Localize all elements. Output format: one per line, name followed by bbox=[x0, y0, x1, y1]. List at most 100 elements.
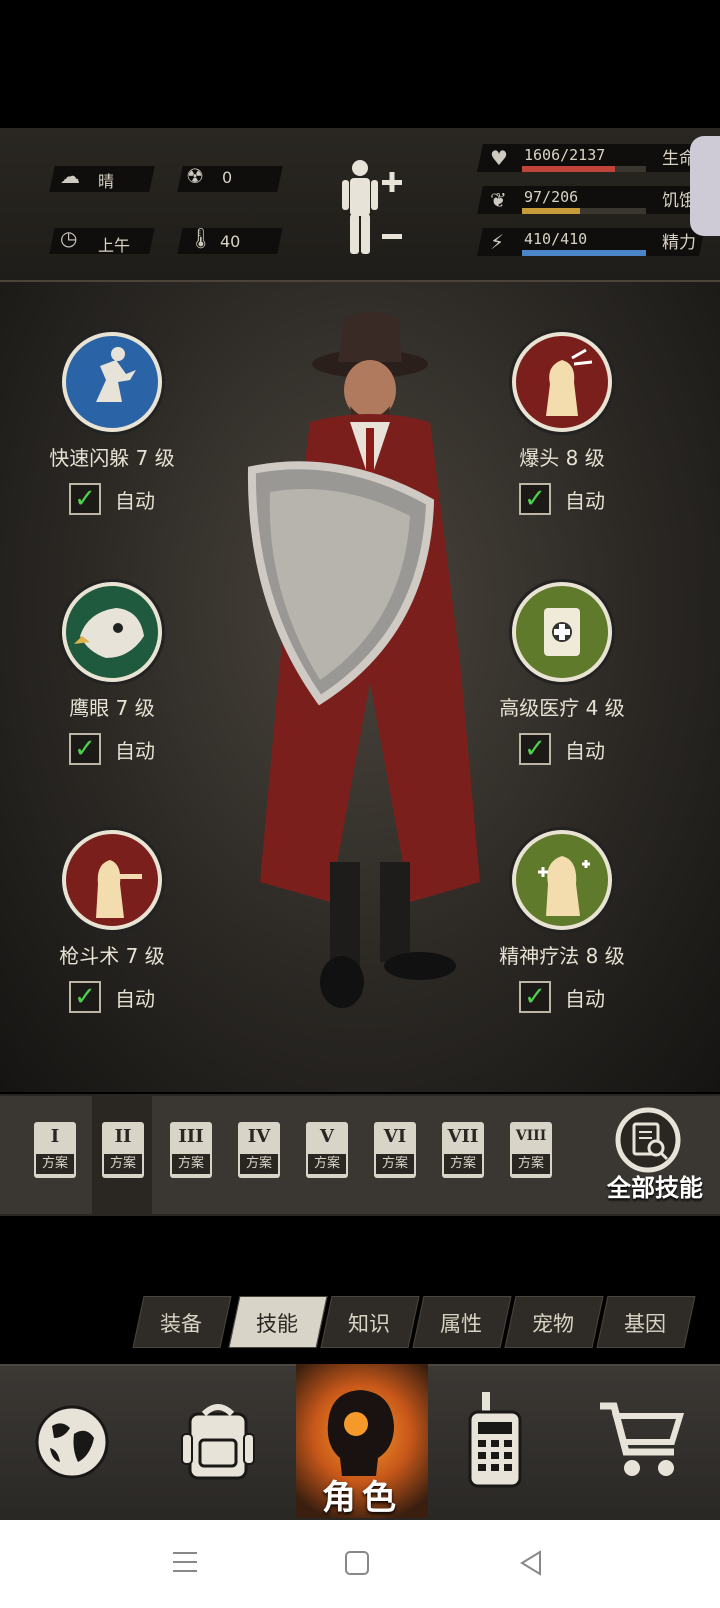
plan-number: I bbox=[50, 1126, 60, 1147]
plan-button-7[interactable]: VII 方案 bbox=[442, 1122, 484, 1178]
side-panel-handle[interactable] bbox=[690, 136, 720, 236]
all-skills-button[interactable]: 全部技能 bbox=[600, 1106, 710, 1202]
plan-button-6[interactable]: VI 方案 bbox=[374, 1122, 416, 1178]
auto-label: 自动 bbox=[115, 738, 155, 763]
plan-button-8[interactable]: VIII 方案 bbox=[510, 1122, 552, 1178]
menu-icon[interactable] bbox=[172, 1550, 198, 1574]
health-value: 1606/2137 bbox=[524, 146, 606, 164]
plan-number: III bbox=[178, 1126, 204, 1147]
hunger-bar-fill bbox=[522, 208, 581, 214]
plan-button-4[interactable]: IV 方案 bbox=[238, 1122, 280, 1178]
checkmark-icon: ✓ bbox=[524, 982, 546, 1012]
auto-checkbox[interactable]: ✓ bbox=[69, 733, 101, 765]
skill-name: 精神疗法 8 级 bbox=[499, 944, 625, 968]
plan-number: II bbox=[114, 1126, 132, 1147]
medical-kit-icon bbox=[512, 582, 612, 682]
radiation-text: 0 bbox=[222, 168, 233, 187]
thermometer-icon: 🌡 bbox=[188, 226, 214, 250]
skill-name: 爆头 8 级 bbox=[519, 446, 605, 470]
plan-label: 方案 bbox=[376, 1154, 414, 1174]
plan-label: 方案 bbox=[308, 1154, 346, 1174]
back-icon[interactable] bbox=[518, 1550, 544, 1576]
plan-label: 方案 bbox=[172, 1154, 210, 1174]
plan-button-5[interactable]: V 方案 bbox=[306, 1122, 348, 1178]
auto-checkbox[interactable]: ✓ bbox=[69, 981, 101, 1013]
dodge-icon bbox=[62, 332, 162, 432]
time-text: 上午 bbox=[98, 236, 131, 255]
skill-name: 鹰眼 7 级 bbox=[69, 696, 155, 720]
energy-bar bbox=[522, 250, 646, 256]
auto-label: 自动 bbox=[565, 986, 605, 1011]
temperature-text: 40 bbox=[220, 232, 241, 251]
plan-label: 方案 bbox=[104, 1154, 142, 1174]
checkmark-icon: ✓ bbox=[524, 484, 546, 514]
skill-gunfighter[interactable]: 枪斗术 7 级 ✓ 自动 bbox=[12, 830, 212, 1013]
energy-label: 精力 bbox=[662, 233, 696, 253]
plan-number: VII bbox=[447, 1126, 479, 1147]
system-navigation-bar bbox=[0, 1520, 720, 1608]
auto-label: 自动 bbox=[565, 738, 605, 763]
energy-bar-fill bbox=[522, 250, 646, 256]
nav-backpack[interactable] bbox=[144, 1364, 288, 1518]
tab-equipment-label: 装备 bbox=[160, 1312, 202, 1336]
plan-number: VIII bbox=[515, 1128, 547, 1144]
nav-shop[interactable] bbox=[576, 1364, 720, 1518]
home-icon[interactable] bbox=[344, 1550, 370, 1576]
plan-number: IV bbox=[247, 1126, 271, 1147]
tab-attributes-label: 属性 bbox=[440, 1312, 482, 1336]
checkmark-icon: ✓ bbox=[524, 734, 546, 764]
tab-skills-label: 技能 bbox=[256, 1312, 298, 1336]
character-head-icon bbox=[327, 1390, 394, 1476]
skill-headshot[interactable]: 爆头 8 级 ✓ 自动 bbox=[462, 332, 662, 515]
hunger-value: 97/206 bbox=[524, 188, 579, 206]
plan-label: 方案 bbox=[512, 1154, 550, 1174]
tab-pets-label: 宠物 bbox=[532, 1312, 574, 1336]
auto-checkbox[interactable]: ✓ bbox=[519, 483, 551, 515]
all-skills-label: 全部技能 bbox=[607, 1174, 703, 1202]
plan-button-1[interactable]: I 方案 bbox=[34, 1122, 76, 1178]
plan-label: 方案 bbox=[240, 1154, 278, 1174]
plan-button-3[interactable]: III 方案 bbox=[170, 1122, 212, 1178]
character-scene: 快速闪躲 7 级 ✓ 自动 爆头 8 级 ✓ 自动 鹰眼 7 级 ✓ 自动 高级… bbox=[0, 282, 720, 1092]
hunger-bar bbox=[522, 208, 646, 214]
plan-number: VI bbox=[383, 1126, 407, 1147]
skill-quick-dodge[interactable]: 快速闪躲 7 级 ✓ 自动 bbox=[12, 332, 212, 515]
skill-mental-therapy[interactable]: 精神疗法 8 级 ✓ 自动 bbox=[462, 830, 662, 1013]
nav-world-map[interactable] bbox=[0, 1364, 144, 1518]
cloud-icon: ☁ bbox=[60, 164, 80, 188]
eagle-eye-icon bbox=[62, 582, 162, 682]
brain-icon: ⚡ bbox=[490, 230, 505, 254]
radiation-icon: ☢ bbox=[186, 164, 204, 188]
plan-number: V bbox=[320, 1126, 334, 1147]
auto-label: 自动 bbox=[565, 488, 605, 513]
auto-checkbox[interactable]: ✓ bbox=[519, 981, 551, 1013]
nav-character-label: 角色 bbox=[322, 1478, 402, 1518]
auto-label: 自动 bbox=[115, 488, 155, 513]
skill-advanced-medical[interactable]: 高级医疗 4 级 ✓ 自动 bbox=[462, 582, 662, 765]
tab-genes-label: 基因 bbox=[624, 1312, 666, 1336]
energy-value: 410/410 bbox=[524, 230, 588, 248]
checkmark-icon: ✓ bbox=[74, 484, 96, 514]
skill-book-search-icon bbox=[615, 1107, 681, 1173]
skill-eagle-eye[interactable]: 鹰眼 7 级 ✓ 自动 bbox=[12, 582, 212, 765]
radio-icon bbox=[468, 1392, 522, 1488]
stomach-icon: ❦ bbox=[490, 188, 507, 212]
auto-checkbox[interactable]: ✓ bbox=[69, 483, 101, 515]
headshot-icon bbox=[512, 332, 612, 432]
nav-radio[interactable] bbox=[432, 1364, 576, 1518]
checkmark-icon: ✓ bbox=[74, 982, 96, 1012]
weather-text: 晴 bbox=[98, 172, 115, 191]
health-bar bbox=[522, 166, 646, 172]
plan-button-2[interactable]: II 方案 bbox=[102, 1122, 144, 1178]
auto-checkbox[interactable]: ✓ bbox=[519, 733, 551, 765]
skill-name: 枪斗术 7 级 bbox=[59, 944, 165, 968]
clock-icon: ◷ bbox=[60, 226, 78, 250]
gunfighter-icon bbox=[62, 830, 162, 930]
globe-icon bbox=[35, 1405, 109, 1479]
health-bar-fill bbox=[522, 166, 616, 172]
backpack-icon bbox=[181, 1404, 255, 1480]
body-status-icon[interactable] bbox=[338, 158, 410, 262]
checkmark-icon: ✓ bbox=[74, 734, 96, 764]
character-illustration bbox=[247, 312, 480, 1008]
plan-label: 方案 bbox=[444, 1154, 482, 1174]
